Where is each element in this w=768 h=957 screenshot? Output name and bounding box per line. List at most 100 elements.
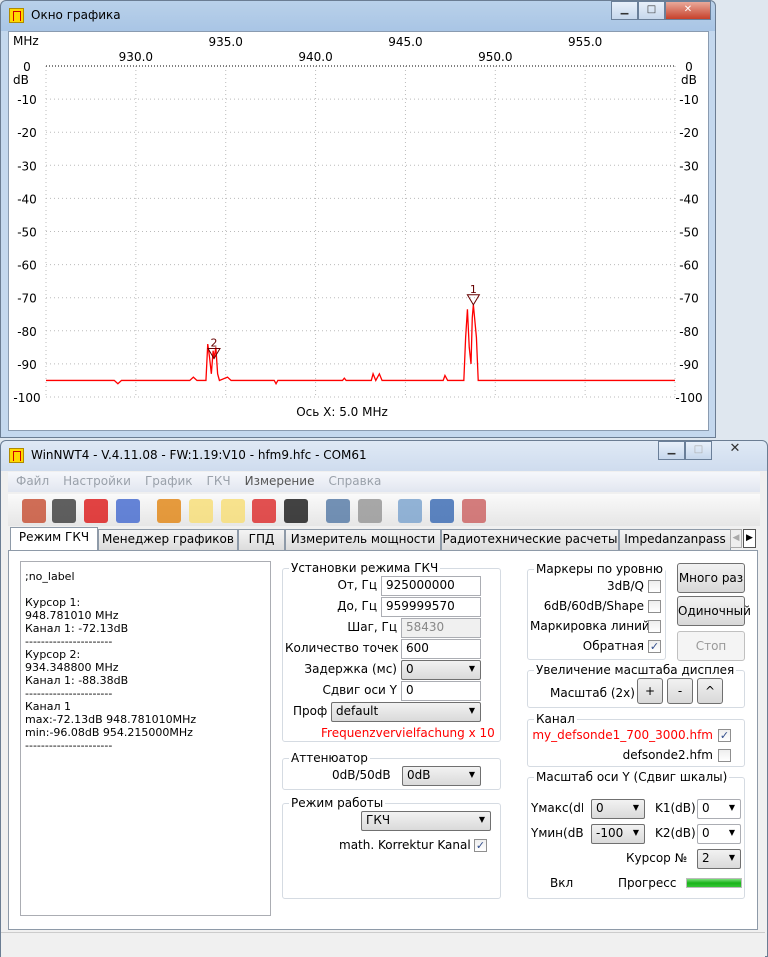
y-unit-label-right: dB	[681, 73, 697, 87]
k2-label: K2(dB)	[655, 826, 696, 840]
tab-0[interactable]: Режим ГКЧ	[10, 527, 98, 551]
filter-icon[interactable]	[462, 499, 486, 523]
korrektur-checkbox[interactable]: ✓	[474, 839, 487, 852]
maximize-button[interactable]: □	[685, 441, 712, 460]
k1-icon[interactable]	[326, 499, 350, 523]
tab-scroll-right[interactable]: ▶	[743, 529, 756, 548]
app-icon	[9, 8, 24, 23]
menu-help[interactable]: Справка	[328, 474, 381, 488]
ymin-select[interactable]: -100	[591, 824, 645, 844]
marker-option-checkbox[interactable]	[648, 620, 661, 633]
save-icon[interactable]	[430, 499, 454, 523]
tab-3[interactable]: Измеритель мощности	[285, 529, 441, 550]
print-icon[interactable]	[52, 499, 76, 523]
zoom-in-button[interactable]: +	[637, 678, 663, 704]
stop-button[interactable]: Стоп	[677, 631, 745, 661]
ymax-select[interactable]: 0	[591, 799, 645, 819]
info-line: max:-72.13dB 948.781010MHz	[25, 713, 197, 726]
tab-5[interactable]: Impedanzanpass	[619, 529, 731, 550]
step-label: Шаг, Гц	[347, 620, 397, 634]
profile-select[interactable]: default	[331, 702, 481, 722]
tab-2[interactable]: ГПД	[238, 529, 285, 550]
progress-label: Прогресс	[618, 876, 677, 890]
points-label: Количество точек	[285, 641, 399, 655]
info-line: min:-96.08dB 954.215000MHz	[25, 726, 193, 739]
x-unit-label: MHz	[13, 34, 39, 48]
y-tick-label-left: -20	[17, 126, 37, 140]
tab-1[interactable]: Менеджер графиков	[98, 529, 238, 550]
menu-graph[interactable]: График	[145, 474, 193, 488]
k2-select[interactable]: 0	[697, 824, 741, 844]
attenuator-label: 0dB/50dB	[332, 768, 391, 782]
y-tick-label-left: -30	[17, 159, 37, 173]
info-line: Канал 1: -88.38dB	[25, 674, 129, 687]
db-icon[interactable]	[221, 499, 245, 523]
marker-option-label: 3dB/Q	[607, 579, 644, 593]
graph-area[interactable]: 0 0 -10 -10 -20 -20 -30 -30 -40 -40 -50 -50 -60 -60 -7…	[8, 31, 709, 431]
ymax-label: Yмакс(dB	[531, 801, 583, 815]
minimize-button[interactable]: ▁	[658, 441, 685, 460]
to-input[interactable]: 959999570	[381, 597, 481, 617]
pdf-icon[interactable]	[84, 499, 108, 523]
marker-option-checkbox[interactable]: ✓	[648, 640, 661, 653]
y-tick-label-right: -30	[679, 159, 699, 173]
group-title: Установки режима ГКЧ	[289, 561, 441, 575]
y-tick-label-right: -80	[679, 325, 699, 339]
png-bmp-icon[interactable]	[116, 499, 140, 523]
step-input: 58430	[401, 618, 481, 638]
tools-icon[interactable]	[252, 499, 276, 523]
marker-option-checkbox[interactable]	[648, 580, 661, 593]
zoom-out-button[interactable]: -	[667, 678, 693, 704]
y-tick-label-right: -40	[679, 192, 699, 206]
ymin-label: Yмин(dB	[531, 826, 583, 840]
settings-icon[interactable]	[157, 499, 181, 523]
menu-measure[interactable]: Измерение	[245, 474, 315, 488]
attenuator-select[interactable]: 0dB	[402, 766, 481, 786]
multiplier-text: Frequenzvervielfachung x 10	[321, 726, 495, 740]
marker-option-checkbox[interactable]	[648, 600, 661, 613]
y-tick-label-right: -50	[679, 226, 699, 240]
y-tick-label-right: -70	[679, 292, 699, 306]
from-input[interactable]: 925000000	[381, 576, 481, 596]
k1-select[interactable]: 0	[697, 799, 741, 819]
menu-settings[interactable]: Настройки	[63, 474, 131, 488]
k1-label: K1(dB)	[655, 801, 696, 815]
info-line: ;no_label	[25, 570, 75, 583]
profile-label: Проф	[293, 704, 328, 718]
menu-bar: Файл Настройки График ГКЧ Измерение Справка	[8, 472, 760, 492]
cursor-number-select[interactable]: 2	[697, 849, 741, 869]
power-icon[interactable]	[22, 499, 46, 523]
mode-select[interactable]: ГКЧ	[361, 811, 491, 831]
y-tick-label-left: -90	[17, 358, 37, 372]
maximize-button[interactable]: □	[638, 1, 665, 20]
menu-file[interactable]: Файл	[16, 474, 49, 488]
close-button[interactable]: ✕	[665, 1, 711, 20]
channel2-checkbox[interactable]	[718, 749, 731, 762]
group-title: Масштаб оси Y (Сдвиг шкалы)	[534, 770, 730, 784]
yshift-input[interactable]: 0	[401, 681, 481, 701]
marker-option-label: Маркировка линий	[530, 619, 650, 633]
close-button[interactable]: ✕	[712, 441, 758, 460]
marker-label: 1	[470, 283, 477, 296]
tab-scroll-left[interactable]: ◀	[730, 529, 742, 548]
delay-select[interactable]: 0	[401, 660, 481, 680]
points-input[interactable]: 600	[401, 639, 481, 659]
zoom-reset-button[interactable]: ^	[697, 678, 723, 704]
open-folder-icon[interactable]	[398, 499, 422, 523]
menu-sweep[interactable]: ГКЧ	[207, 474, 231, 488]
tab-4[interactable]: Радиотехнические расчеты	[441, 529, 619, 550]
minimize-button[interactable]: ▁	[611, 1, 638, 20]
single-button[interactable]: Одиночный	[677, 596, 751, 626]
channel1-checkbox[interactable]: ✓	[718, 729, 731, 742]
linux-icon[interactable]	[284, 499, 308, 523]
graph-icon[interactable]	[189, 499, 213, 523]
korrektur-label: math. Korrektur Kanal 1	[339, 838, 483, 852]
y-unit-label-left: dB	[13, 73, 29, 87]
channel1-label: my_defsonde1_700_3000.hfm	[532, 728, 713, 742]
spectrum-plot[interactable]: 0 0 -10 -10 -20 -20 -30 -30 -40 -40 -50 -50 -60 -60 -7…	[9, 32, 710, 432]
yshift-label: Сдвиг оси Y	[322, 683, 397, 697]
k2-icon[interactable]	[358, 499, 382, 523]
many-times-button[interactable]: Много раз	[677, 563, 745, 593]
x-tick-label-upper: 955.0	[568, 35, 602, 49]
info-line: 934.348800 MHz	[25, 661, 119, 674]
